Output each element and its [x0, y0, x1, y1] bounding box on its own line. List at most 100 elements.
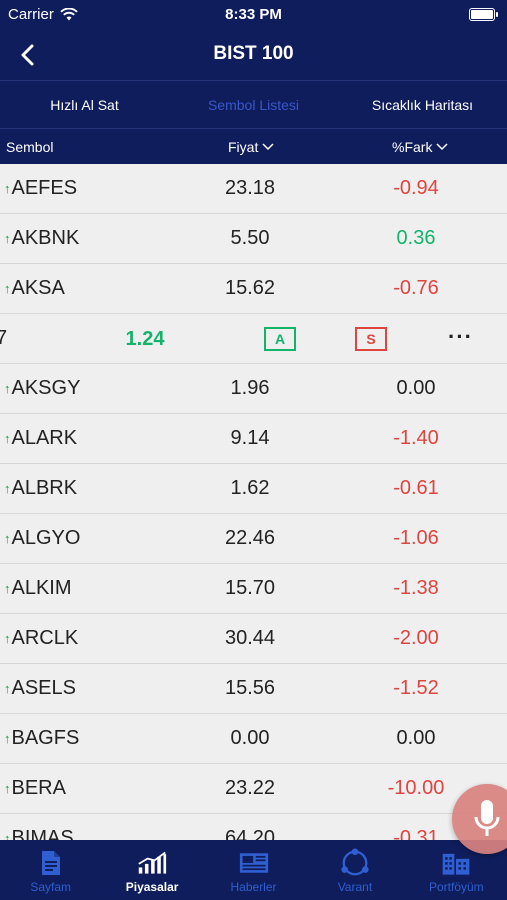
symbol-cell: ↑ BIMAS	[4, 827, 74, 840]
page-title: BIST 100	[213, 43, 294, 64]
table-row[interactable]: ↑ ALKIM 15.70 -1.38	[0, 564, 507, 614]
table-row[interactable]: ↑ ALBRK 1.62 -0.61	[0, 464, 507, 514]
symbol-cell: ↑ AKSGY	[4, 377, 80, 400]
table-row[interactable]: ↑ AKSGY 1.96 0.00	[0, 364, 507, 414]
price-cell: 15.56	[224, 677, 276, 699]
tab-sicaklik-haritasi[interactable]: Sıcaklık Haritası	[338, 81, 507, 128]
bottom-tab-bar: Sayfam Piyasalar Haberler Varant Portföy…	[0, 840, 507, 900]
sell-button[interactable]: S	[355, 327, 387, 351]
symbol-cell: ↑ ASELS	[4, 677, 76, 700]
up-arrow-icon: ↑	[4, 381, 11, 396]
symbol-name: ASELS	[11, 677, 76, 699]
symbol-cell: ↑ ARCLK	[4, 627, 78, 650]
symbol-cell: ↑ AKSA	[4, 277, 65, 300]
up-arrow-icon: ↑	[4, 781, 11, 796]
diff-cell: -0.94	[393, 177, 439, 199]
tabbar-item-sayfam[interactable]: Sayfam	[0, 840, 101, 900]
tabbar-item-piyasalar[interactable]: Piyasalar	[101, 840, 202, 900]
table-row[interactable]: ↑ AEFES 23.18 -0.94	[0, 164, 507, 214]
up-arrow-icon: ↑	[4, 481, 11, 496]
battery-icon	[469, 8, 498, 21]
symbol-name: ALGYO	[11, 527, 81, 549]
symbol-name: BAGFS	[11, 727, 80, 749]
up-arrow-icon: ↑	[4, 581, 11, 596]
price-cell: 1.62	[230, 477, 270, 499]
up-arrow-icon: ↑	[4, 831, 11, 840]
news-icon	[239, 848, 269, 878]
up-arrow-icon: ↑	[4, 431, 11, 446]
market-chart-icon	[137, 848, 167, 878]
swiped-row-edge-text: 7	[0, 327, 8, 349]
up-arrow-icon: ↑	[4, 731, 11, 746]
clock: 8:33 PM	[225, 6, 282, 23]
table-row[interactable]: ↑ ALARK 9.14 -1.40	[0, 414, 507, 464]
symbol-list[interactable]: ↑ AEFES 23.18 -0.94 ↑ AKBNK 5.50 0.36 ↑ AKS…	[0, 164, 507, 840]
symbol-cell: ↑ ALGYO	[4, 527, 80, 550]
diff-cell: 0.00	[396, 377, 436, 399]
symbol-cell: ↑ ALKIM	[4, 577, 72, 600]
price-cell: 0.00	[230, 727, 270, 749]
diff-cell: -1.06	[393, 527, 439, 549]
diff-cell: -2.00	[393, 627, 439, 649]
buy-button[interactable]: A	[264, 327, 296, 351]
column-price[interactable]: Fiyat	[228, 139, 274, 155]
tabbar-label: Haberler	[230, 880, 277, 894]
swiped-row-diff: 1.24	[125, 328, 165, 350]
tabbar-item-haberler[interactable]: Haberler	[203, 840, 304, 900]
microphone-icon	[474, 800, 500, 836]
table-row[interactable]: ↑ AKSA 15.62 -0.76	[0, 264, 507, 314]
swiped-row[interactable]: 7 1.24 A S ···	[0, 314, 507, 364]
warrant-icon	[340, 848, 370, 878]
symbol-name: AKSGY	[11, 377, 81, 399]
up-arrow-icon: ↑	[4, 281, 11, 296]
diff-cell: 0.00	[396, 727, 436, 749]
symbol-name: BERA	[11, 777, 66, 799]
diff-cell: -1.40	[393, 427, 439, 449]
price-cell: 5.50	[230, 227, 270, 249]
navigation-bar: BIST 100	[0, 30, 507, 80]
table-row[interactable]: ↑ ASELS 15.56 -1.52	[0, 664, 507, 714]
symbol-name: ALARK	[11, 427, 78, 449]
up-arrow-icon: ↑	[4, 531, 11, 546]
table-row[interactable]: ↑ BERA 23.22 -10.00	[0, 764, 507, 814]
column-price-label: Fiyat	[228, 139, 259, 155]
tabbar-item-varant[interactable]: Varant	[304, 840, 405, 900]
table-row[interactable]: ↑ ARCLK 30.44 -2.00	[0, 614, 507, 664]
segment-tabs: Hızlı Al Sat Sembol Listesi Sıcaklık Har…	[0, 80, 507, 128]
column-symbol[interactable]: Sembol	[6, 139, 53, 155]
price-cell: 30.44	[224, 627, 276, 649]
symbol-name: AEFES	[11, 177, 78, 199]
symbol-name: ARCLK	[11, 627, 79, 649]
column-diff[interactable]: %Fark	[392, 139, 448, 155]
tabbar-label: Portföyüm	[428, 880, 484, 894]
symbol-cell: ↑ AKBNK	[4, 227, 79, 250]
symbol-cell: ↑ ALBRK	[4, 477, 77, 500]
price-cell: 1.96	[230, 377, 270, 399]
symbol-cell: ↑ BERA	[4, 777, 66, 800]
symbol-name: ALKIM	[11, 577, 72, 599]
up-arrow-icon: ↑	[4, 181, 11, 196]
diff-cell: -0.61	[393, 477, 439, 499]
symbol-name: BIMAS	[11, 827, 74, 840]
symbol-name: AKSA	[11, 277, 65, 299]
chevron-down-icon	[436, 143, 448, 151]
tabbar-label: Varant	[337, 880, 373, 894]
diff-cell: -10.00	[387, 777, 445, 799]
table-row[interactable]: ↑ BAGFS 0.00 0.00	[0, 714, 507, 764]
table-row[interactable]: ↑ ALGYO 22.46 -1.06	[0, 514, 507, 564]
more-options-button[interactable]: ···	[448, 324, 473, 350]
table-row[interactable]: ↑ BIMAS 64.20 -0.31	[0, 814, 507, 840]
portfolio-icon	[441, 848, 471, 878]
diff-cell: -1.52	[393, 677, 439, 699]
tabbar-label: Piyasalar	[125, 880, 179, 894]
tab-sembol-listesi[interactable]: Sembol Listesi	[169, 81, 338, 128]
price-cell: 23.22	[224, 777, 276, 799]
table-row[interactable]: ↑ AKBNK 5.50 0.36	[0, 214, 507, 264]
chevron-down-icon	[262, 143, 274, 151]
column-diff-label: %Fark	[392, 139, 433, 155]
price-cell: 64.20	[224, 827, 276, 840]
diff-cell: 0.36	[396, 227, 436, 249]
tab-hizli-al-sat[interactable]: Hızlı Al Sat	[0, 81, 169, 128]
up-arrow-icon: ↑	[4, 231, 11, 246]
price-cell: 23.18	[224, 177, 276, 199]
